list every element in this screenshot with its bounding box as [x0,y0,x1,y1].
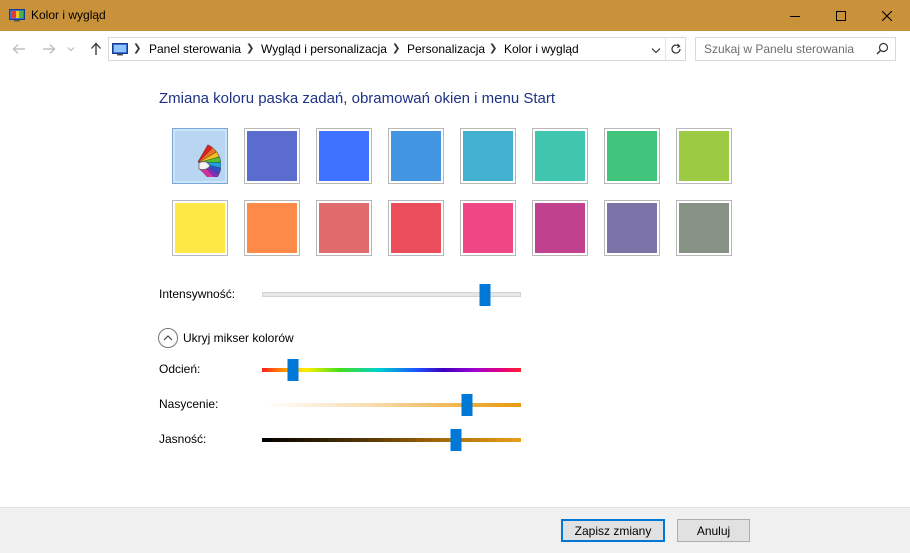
forward-button[interactable] [39,40,59,58]
swatch-fill [607,131,657,181]
save-changes-button[interactable]: Zapisz zmiany [561,519,665,542]
color-swatch[interactable] [676,200,732,256]
minimize-button[interactable] [772,0,818,31]
chevron-down-icon [67,47,75,52]
page-heading: Zmiana koloru paska zadań, obramowań oki… [159,90,556,107]
refresh-button[interactable] [665,38,686,60]
color-swatch[interactable] [244,128,300,184]
footer-bar: Zapisz zmiany Anuluj [0,507,910,553]
hue-track [262,368,521,372]
saturation-slider[interactable] [262,394,521,416]
breadcrumb-separator-icon: ❯ [489,43,498,54]
hue-label: Odcień: [159,362,201,376]
lightness-label: Jasność: [159,432,207,446]
intensity-slider-thumb[interactable] [479,284,491,306]
color-swatch[interactable] [388,200,444,256]
navigation-bar: ❯ Panel sterowania ❯ Wygląd i personaliz… [0,31,910,67]
color-swatch[interactable] [316,128,372,184]
address-bar[interactable]: ❯ Panel sterowania ❯ Wygląd i personaliz… [108,37,686,61]
swatch-fill [679,131,729,181]
minimize-icon [790,15,800,17]
swatch-fill [463,131,513,181]
back-button[interactable] [9,40,29,58]
hide-mixer-toggle[interactable] [158,328,178,348]
hide-mixer-label[interactable]: Ukryj mikser kolorów [183,331,294,345]
swatch-fill [319,131,369,181]
up-button[interactable] [86,40,106,58]
color-appearance-icon [9,9,25,22]
lightness-slider-thumb[interactable] [450,429,462,451]
lightness-track [262,438,521,442]
chevron-up-icon [163,335,173,341]
lightness-slider[interactable] [262,429,521,451]
intensity-label: Intensywność: [159,287,236,301]
swatch-fill [175,203,225,253]
color-swatch[interactable] [172,200,228,256]
back-arrow-icon [12,44,25,54]
search-box[interactable] [695,37,896,61]
color-swatch[interactable] [460,128,516,184]
breadcrumb-separator-icon: ❯ [392,43,401,54]
color-swatch[interactable] [460,200,516,256]
color-swatch[interactable] [604,200,660,256]
search-icon[interactable] [876,42,889,55]
swatch-fill [175,131,225,181]
maximize-button[interactable] [818,0,864,31]
close-icon [882,10,892,21]
color-swatch[interactable] [244,200,300,256]
refresh-icon [671,43,681,54]
recent-locations-button[interactable] [64,40,78,58]
color-palette-icon [197,144,221,177]
title-bar: Kolor i wygląd [0,0,910,31]
address-dropdown-button[interactable] [647,41,665,59]
color-swatch[interactable] [604,128,660,184]
breadcrumb-appearance[interactable]: Wygląd i personalizacja [261,42,387,56]
window-title: Kolor i wygląd [31,8,106,22]
breadcrumb-control-panel[interactable]: Panel sterowania [149,42,241,56]
saturation-label: Nasycenie: [159,397,219,411]
swatch-fill [391,131,441,181]
search-input[interactable] [704,41,869,57]
cancel-button[interactable]: Anuluj [677,519,750,542]
swatch-fill [391,203,441,253]
hue-slider[interactable] [262,359,521,381]
color-swatch-automatic[interactable] [172,128,228,184]
breadcrumb-separator-icon: ❯ [246,43,255,54]
color-swatch[interactable] [532,128,588,184]
forward-arrow-icon [43,44,56,54]
up-arrow-icon [91,42,101,55]
swatch-fill [247,131,297,181]
color-swatch[interactable] [388,128,444,184]
color-swatch[interactable] [676,128,732,184]
swatch-fill [319,203,369,253]
saturation-track [262,403,521,407]
intensity-slider[interactable] [262,284,521,306]
color-swatch[interactable] [532,200,588,256]
color-swatch[interactable] [316,200,372,256]
swatch-fill [535,131,585,181]
breadcrumb-personalization[interactable]: Personalizacja [407,42,485,56]
swatch-fill [607,203,657,253]
hue-slider-thumb[interactable] [287,359,299,381]
chevron-down-icon [651,47,661,53]
control-panel-icon [112,43,128,56]
breadcrumb-separator-icon: ❯ [133,43,142,54]
swatch-fill [679,203,729,253]
swatch-fill [247,203,297,253]
swatch-fill [463,203,513,253]
breadcrumb-color-appearance[interactable]: Kolor i wygląd [504,42,579,56]
close-button[interactable] [864,0,910,31]
maximize-icon [836,10,846,21]
saturation-slider-thumb[interactable] [461,394,473,416]
swatch-fill [535,203,585,253]
